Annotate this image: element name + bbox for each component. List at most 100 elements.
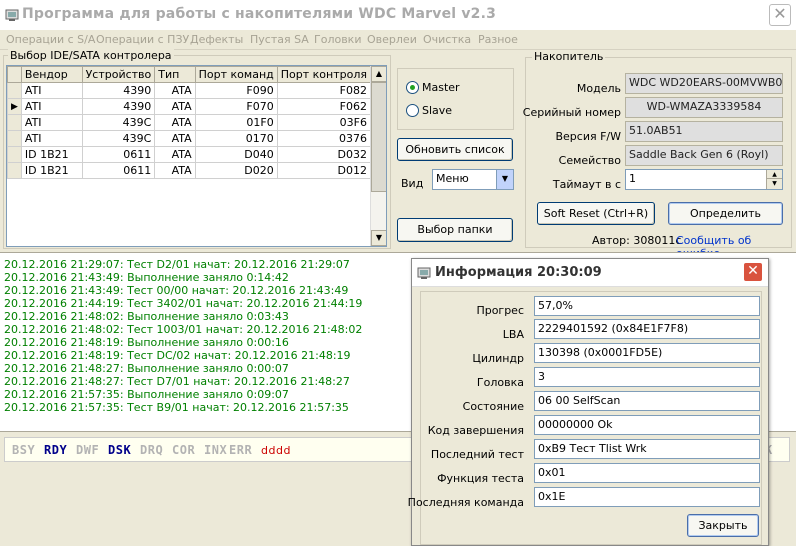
- scroll-thumb[interactable]: [371, 82, 386, 192]
- col-cmd-port[interactable]: Порт команд: [194, 66, 278, 83]
- menu-defects[interactable]: Дефекты: [190, 33, 243, 46]
- cell-vendor: ATI: [20, 98, 83, 115]
- menu-bar: Операции с S/A Операции с ПЗУ Дефекты Пу…: [0, 30, 796, 50]
- close-button[interactable]: ✕: [769, 4, 791, 26]
- cell-vendor: ID 1B21: [20, 146, 83, 163]
- dialog-close-button[interactable]: ✕: [743, 262, 763, 282]
- chevron-down-icon[interactable]: ▼: [496, 170, 513, 189]
- master-radio[interactable]: [406, 81, 419, 94]
- device-table-grid: Вендор Устройство Тип Порт команд Порт к…: [7, 66, 372, 179]
- head-label: Головка: [476, 376, 524, 389]
- firmware-label: Версия F/W: [555, 130, 621, 143]
- table-row[interactable]: ATI 4390 ATA F090 F082: [7, 82, 372, 99]
- spin-down-icon[interactable]: ▼: [766, 179, 782, 189]
- cell-type: ATA: [154, 162, 196, 179]
- log-line: 20.12.2016 21:43:49: Выполнение заняло 0…: [4, 271, 289, 284]
- cell-type: ATA: [154, 114, 196, 131]
- cell-device: 439C: [81, 130, 156, 147]
- last-command-label: Последняя команда: [407, 496, 524, 509]
- spin-up-icon[interactable]: ▲: [766, 170, 782, 179]
- row-indicator: [7, 82, 22, 99]
- cell-vendor: ATI: [20, 82, 83, 99]
- timeout-value: 1: [629, 172, 636, 185]
- last-command-field: 0x1E: [534, 487, 760, 507]
- refresh-list-button[interactable]: Обновить список: [397, 138, 513, 161]
- model-label: Модель: [576, 82, 621, 95]
- soft-reset-button[interactable]: Soft Reset (Ctrl+R): [537, 202, 655, 225]
- channel-selector: Master Slave: [397, 68, 514, 130]
- lba-field: 2229401592 (0x84E1F7F8): [534, 319, 760, 339]
- menu-heads[interactable]: Головки: [314, 33, 361, 46]
- close-icon: ✕: [773, 4, 787, 23]
- cell-ctrl: D032: [276, 146, 372, 163]
- serial-field: WD-WMAZA3339584: [625, 97, 783, 118]
- table-header-row: Вендор Устройство Тип Порт команд Порт к…: [7, 66, 372, 83]
- cell-device: 4390: [81, 82, 156, 99]
- firmware-field: 51.0AB51: [625, 121, 783, 142]
- col-device[interactable]: Устройство: [81, 66, 156, 83]
- row-indicator: [7, 162, 22, 179]
- menu-overlays[interactable]: Оверлеи: [367, 33, 417, 46]
- completion-code-label: Код завершения: [427, 424, 524, 437]
- row-indicator: [7, 114, 22, 131]
- log-line: 20.12.2016 21:48:27: Выполнение заняло 0…: [4, 362, 289, 375]
- status-flag-err: ERR: [229, 443, 253, 457]
- status-flag-bsy: BSY: [12, 443, 36, 457]
- table-row[interactable]: ATI 439C ATA 01F0 03F6: [7, 114, 372, 131]
- cell-cmd: 01F0: [194, 114, 278, 131]
- table-row[interactable]: ID 1B21 0611 ATA D020 D012: [7, 162, 372, 179]
- col-type[interactable]: Тип: [154, 66, 196, 83]
- selected-row-indicator-icon: ▶: [7, 98, 22, 115]
- status-flag-rdy: RDY: [44, 443, 68, 457]
- cell-type: ATA: [154, 98, 196, 115]
- status-flag-dsk: DSK: [108, 443, 132, 457]
- row-indicator: [7, 130, 22, 147]
- status-extra: dddd: [261, 444, 291, 457]
- status-flag-drq: DRQ: [140, 443, 164, 457]
- select-folder-button[interactable]: Выбор папки: [397, 218, 513, 242]
- cell-ctrl: D012: [276, 162, 372, 179]
- state-label: Состояние: [462, 400, 524, 413]
- cell-device: 439C: [81, 114, 156, 131]
- menu-sa-ops[interactable]: Операции с S/A: [6, 33, 95, 46]
- head-field: 3: [534, 367, 760, 387]
- status-flag-cor: COR: [172, 443, 196, 457]
- log-line: 20.12.2016 21:48:27: Тест D7/01 начат: 2…: [4, 375, 350, 388]
- state-field: 06 00 SelfScan: [534, 391, 760, 411]
- family-label: Семейство: [558, 154, 621, 167]
- table-scrollbar[interactable]: ▲ ▼: [370, 66, 386, 246]
- cell-ctrl: F062: [276, 98, 372, 115]
- menu-rom-ops[interactable]: Операции с ПЗУ: [96, 33, 189, 46]
- menu-cleanup[interactable]: Очистка: [423, 33, 471, 46]
- table-row[interactable]: ATI 439C ATA 0170 0376: [7, 130, 372, 147]
- table-row[interactable]: ▶ ATI 4390 ATA F070 F062: [7, 98, 372, 115]
- slave-radio[interactable]: [406, 104, 419, 117]
- scroll-up-icon[interactable]: ▲: [371, 66, 386, 82]
- log-line: 20.12.2016 21:48:19: Выполнение заняло 0…: [4, 336, 289, 349]
- table-row[interactable]: ID 1B21 0611 ATA D040 D032: [7, 146, 372, 163]
- log-line: 20.12.2016 21:48:02: Выполнение заняло 0…: [4, 310, 289, 323]
- cell-vendor: ATI: [20, 114, 83, 131]
- model-field: WDC WD20EARS-00MVWB0: [625, 73, 783, 94]
- menu-misc[interactable]: Разное: [478, 33, 518, 46]
- cell-type: ATA: [154, 146, 196, 163]
- info-dialog: Информация 20:30:09 ✕ Прогрес 57,0% LBA …: [407, 258, 769, 546]
- dialog-close-action-button[interactable]: Закрыть: [687, 514, 759, 537]
- drive-group-label: Накопитель: [532, 50, 606, 63]
- col-ctrl-port[interactable]: Порт контроля: [276, 66, 372, 83]
- log-line: 20.12.2016 21:48:02: Тест 1003/01 начат:…: [4, 323, 363, 336]
- title-bar: Программа для работы с накопителями WDC …: [0, 0, 796, 30]
- row-indicator: [7, 146, 22, 163]
- cell-cmd: 0170: [194, 130, 278, 147]
- slave-label[interactable]: Slave: [422, 104, 452, 117]
- scroll-down-icon[interactable]: ▼: [371, 230, 386, 246]
- menu-empty-sa[interactable]: Пустая SA: [250, 33, 309, 46]
- cell-cmd: D020: [194, 162, 278, 179]
- master-label[interactable]: Master: [422, 81, 460, 94]
- detect-button[interactable]: Определить: [668, 202, 783, 225]
- cell-device: 0611: [81, 146, 156, 163]
- col-vendor[interactable]: Вендор: [20, 66, 83, 83]
- view-select[interactable]: Меню ▼: [432, 169, 514, 190]
- cell-type: ATA: [154, 82, 196, 99]
- timeout-spinner[interactable]: 1 ▲ ▼: [625, 169, 783, 190]
